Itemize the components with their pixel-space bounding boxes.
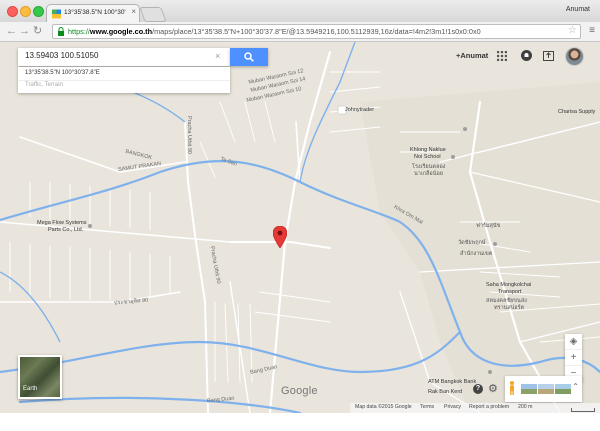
map-data-attribution: Map data ©2015 Google xyxy=(355,404,412,410)
gear-icon[interactable]: ⚙ xyxy=(488,383,498,395)
reload-icon[interactable]: ↻ xyxy=(33,24,42,38)
map-label: นาเกลือน้อย xyxy=(414,171,444,177)
street-view-strip: ⌃ xyxy=(505,376,582,402)
map-label: Khlong Naklue xyxy=(410,147,446,153)
apps-grid-icon[interactable] xyxy=(497,51,507,61)
map-label: Saha Mongkolchai xyxy=(486,282,532,288)
map-label: Pracha Uthit 90 xyxy=(185,116,192,154)
map-base-layer xyxy=(0,42,600,413)
close-window-button[interactable] xyxy=(7,6,18,17)
earth-view-toggle[interactable]: Earth xyxy=(18,355,62,399)
map-label: Rak Ban Kerd xyxy=(428,389,463,395)
map-label: Transport xyxy=(498,289,522,295)
suggestion-layers-hint[interactable]: Traffic, Terrain xyxy=(25,82,63,88)
notifications-icon[interactable] xyxy=(521,50,532,61)
search-button[interactable] xyxy=(230,48,268,66)
privacy-link[interactable]: Privacy xyxy=(444,404,461,410)
scale-label[interactable]: 200 m xyxy=(518,404,532,410)
map-label: ทรานสปอร์ต xyxy=(494,305,525,311)
bookmark-star-icon[interactable]: ☆ xyxy=(568,25,577,37)
scale-bar xyxy=(571,408,595,412)
imagery-thumbnail[interactable] xyxy=(538,384,554,394)
browser-titlebar: 13°35'38.5"N 100°30'37.8"E × Anumat xyxy=(0,0,600,24)
google-plus-account-link[interactable]: +Anumat xyxy=(456,51,488,60)
browser-toolbar: ← → ↻ https://www.google.co.th/maps/plac… xyxy=(0,22,600,42)
map-canvas[interactable]: Muban Waraom Soi 12 Muban Waraom Soi 14 … xyxy=(0,42,600,413)
share-icon[interactable] xyxy=(543,50,554,61)
search-input[interactable] xyxy=(25,51,205,60)
divider xyxy=(18,80,230,81)
maps-search-box: × xyxy=(18,48,230,66)
terms-link[interactable]: Terms xyxy=(420,404,434,410)
minimize-window-button[interactable] xyxy=(20,6,31,17)
new-tab-button[interactable] xyxy=(139,7,167,22)
maximize-window-button[interactable] xyxy=(33,6,44,17)
imagery-thumbnail[interactable] xyxy=(521,384,537,394)
map-label: วัดชัยพฤกษ์ xyxy=(458,240,486,246)
zoom-in-button[interactable]: + xyxy=(565,350,582,366)
tab-close-icon[interactable]: × xyxy=(131,8,136,16)
address-bar[interactable]: https://www.google.co.th/maps/place/13°3… xyxy=(52,24,581,39)
forward-icon[interactable]: → xyxy=(19,24,30,38)
map-label: สำนักงานเขต xyxy=(460,251,493,257)
location-pin-icon[interactable] xyxy=(273,226,287,248)
earth-label: Earth xyxy=(23,386,38,392)
search-suggestion-panel: 13°35'38.5"N 100°30'37.8"E Traffic, Terr… xyxy=(18,67,230,93)
avatar[interactable] xyxy=(565,47,584,66)
suggestion-coordinates[interactable]: 13°35'38.5"N 100°30'37.8"E xyxy=(25,70,100,76)
report-problem-link[interactable]: Report a problem xyxy=(469,404,509,410)
map-label: Parts Co., Ltd. xyxy=(48,227,84,233)
zoom-controls: ◈ + − xyxy=(565,334,582,381)
expand-icon[interactable]: ⌃ xyxy=(572,382,579,391)
map-label: Johnytrader xyxy=(345,107,375,113)
browser-profile-name[interactable]: Anumat xyxy=(566,6,590,13)
browser-menu-icon[interactable]: ≡ xyxy=(589,24,595,38)
map-label: ฟาร์มสุนัข xyxy=(476,223,501,229)
map-label: Mega Flow Systems xyxy=(37,220,87,226)
map-footer: Map data ©2015 Google Terms Privacy Repo… xyxy=(0,403,600,413)
url-text: https://www.google.co.th/maps/place/13°3… xyxy=(68,27,481,36)
lock-icon xyxy=(58,27,64,36)
back-icon[interactable]: ← xyxy=(6,24,17,38)
clear-search-icon[interactable]: × xyxy=(215,51,220,61)
tab-title: 13°35'38.5"N 100°30'37.8"E xyxy=(64,9,126,16)
map-label: Charisa Supply xyxy=(558,109,596,115)
search-icon xyxy=(244,52,254,62)
google-logo: Google xyxy=(281,385,318,397)
imagery-thumbnail[interactable] xyxy=(555,384,571,394)
maps-favicon-icon xyxy=(52,9,61,19)
map-label: ATM Bangkok Bank xyxy=(428,379,477,385)
browser-tab[interactable]: 13°35'38.5"N 100°30'37.8"E × xyxy=(46,4,140,24)
help-icon[interactable]: ? xyxy=(473,384,483,394)
pegman-icon[interactable] xyxy=(509,381,515,395)
my-location-button[interactable]: ◈ xyxy=(565,334,582,350)
map-label: Noi School xyxy=(414,154,441,160)
